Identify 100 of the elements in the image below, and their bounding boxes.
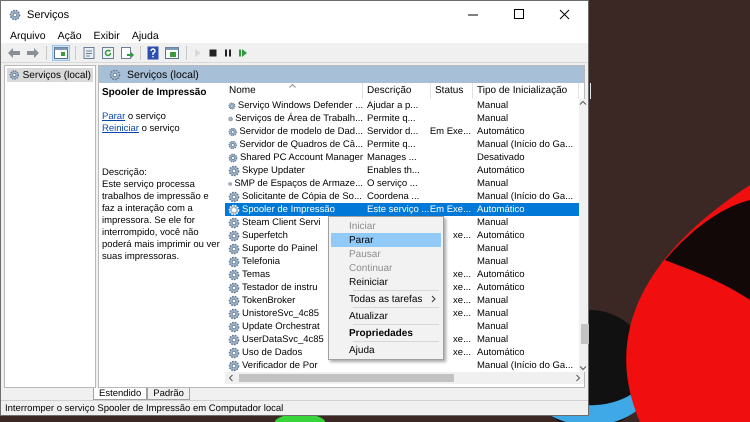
vertical-scrollbar[interactable] [579, 99, 587, 372]
action-text: o serviço [128, 111, 166, 122]
name-cell[interactable]: Shared PC Account Manager [225, 151, 363, 164]
menu-item[interactable]: Todas as tarefas [331, 292, 441, 306]
help-icon[interactable] [147, 46, 159, 60]
startup-cell: Manual [477, 321, 508, 332]
window-view-icon[interactable] [164, 46, 180, 60]
status-cell: xe... [453, 229, 471, 242]
scroll-right-icon[interactable] [575, 374, 581, 382]
startup-cell: Automático [477, 126, 525, 137]
service-title: Spooler de Impressão [102, 87, 208, 99]
status-cell: xe... [453, 281, 471, 294]
scroll-up-icon[interactable] [579, 99, 587, 107]
column-header[interactable]: Nome [225, 83, 363, 99]
startup-cell: Manual [477, 100, 508, 111]
status-cell: Em Exe... [430, 125, 471, 138]
status-text: Interromper o serviço Spooler de Impressão em Computador local [5, 402, 284, 414]
name-cell[interactable]: Serviços de Área de Trabalh... [225, 112, 363, 125]
name-cell[interactable]: Servidor de Quadros de Câ... [225, 138, 363, 151]
action-text: o serviço [142, 123, 180, 134]
startup-cell: Manual [477, 178, 508, 189]
tree-item[interactable]: Serviços (local) [7, 68, 93, 82]
app-gear-icon [9, 8, 21, 20]
service-gear-icon [228, 138, 238, 150]
status-cell: xe... [453, 333, 471, 346]
startup-cell: Automático [477, 165, 525, 176]
submenu-chevron-icon [431, 295, 436, 303]
service-gear-icon [228, 216, 240, 228]
service-gear-icon [228, 334, 240, 346]
stop-icon[interactable] [208, 46, 218, 58]
scroll-left-icon[interactable] [228, 374, 234, 382]
scrollbar-thumb[interactable] [239, 374, 454, 382]
name-cell[interactable]: Servidor de modelo de Dad... [225, 125, 363, 138]
properties-icon[interactable] [82, 46, 96, 60]
startup-cell: Manual (Início do Ga... [477, 360, 574, 371]
startup-cell: Manual [477, 243, 508, 254]
startup-cell: Manual [477, 217, 508, 228]
action-link[interactable]: Reiniciar [102, 123, 139, 134]
startup-cell: Manual [477, 256, 508, 267]
menu-item[interactable]: Atualizar [331, 309, 441, 323]
forward-arrow-icon[interactable] [26, 46, 40, 58]
menu-item[interactable]: Reiniciar [331, 275, 441, 289]
description-cell: Manages ... [367, 152, 417, 163]
service-gear-icon [228, 204, 240, 216]
description-cell: Servidor d... [367, 126, 418, 137]
startup-cell: Manual (Início do Ga... [477, 139, 574, 150]
menu-item[interactable]: Ação [52, 30, 87, 42]
service-gear-icon [228, 308, 240, 320]
refresh-icon[interactable] [101, 46, 115, 60]
service-gear-icon [228, 268, 240, 280]
status-cell: Em Exe... [430, 203, 471, 216]
name-cell[interactable]: Verificador de Por [225, 359, 363, 372]
description-label: Descrição: [102, 167, 148, 179]
horizontal-scrollbar[interactable] [225, 372, 584, 384]
column-header[interactable]: Tipo de Inicialização [473, 83, 579, 99]
menu-item[interactable]: Propriedades [331, 326, 441, 340]
startup-cell: Manual [477, 308, 508, 319]
sort-caret-icon [289, 84, 296, 88]
menu-item[interactable]: Arquivo [5, 30, 51, 42]
description-cell: O serviço ... [367, 178, 418, 189]
menu-item[interactable]: Ajuda [126, 30, 164, 42]
service-gear-icon [228, 346, 240, 358]
name-cell[interactable]: Solicitante de Cópia de So... [225, 190, 363, 203]
name-cell[interactable]: Skype Updater [225, 164, 363, 177]
startup-cell: Desativado [477, 152, 525, 163]
startup-cell: Manual (Início do Ga... [477, 191, 574, 202]
export-list-icon[interactable] [120, 46, 134, 60]
column-header[interactable]: Descrição [363, 83, 431, 99]
column-header[interactable]: Status [431, 83, 473, 99]
console-tree-icon[interactable] [53, 46, 69, 60]
view-tab[interactable]: Estendido [93, 388, 148, 400]
description-cell: Ajudar a p... [367, 100, 418, 111]
startup-cell: Automático [477, 347, 525, 358]
menu-item[interactable]: Exibir [88, 30, 125, 42]
service-gear-icon [109, 68, 121, 80]
name-cell[interactable]: Serviço Windows Defender ... [225, 99, 363, 112]
name-cell[interactable]: SMP de Espaços de Armaze... [225, 177, 363, 190]
scroll-down-icon[interactable] [579, 364, 587, 372]
menu-item[interactable]: Ajuda [331, 343, 441, 357]
scrollbar-thumb[interactable] [581, 324, 589, 344]
startup-cell: Automático [477, 230, 525, 241]
description-cell: Enables th... [367, 165, 420, 176]
description-cell: Este serviço ... [367, 204, 430, 215]
description-cell: Permite q... [367, 113, 416, 124]
back-arrow-icon[interactable] [7, 46, 21, 58]
view-tab[interactable]: Padrão [147, 388, 190, 400]
action-link[interactable]: Parar [102, 111, 126, 122]
service-gear-icon [9, 69, 20, 81]
service-gear-icon [228, 242, 240, 254]
pane-header: Serviços (local) [99, 66, 584, 83]
pause-icon[interactable] [223, 46, 233, 58]
startup-cell: Manual [477, 334, 508, 345]
description-cell: Permite q... [367, 139, 416, 150]
name-cell[interactable]: Spooler de Impressão [225, 203, 363, 216]
startup-cell: Automático [477, 282, 525, 293]
description-text: Este serviço processa trabalhos de impressão e faz a interação com a impressora. Se ele for interrompido, você não poderá mais imprimir ou ver suas impressoras. [102, 179, 221, 263]
service-gear-icon [228, 320, 240, 332]
service-gear-icon [228, 256, 240, 268]
restart-icon[interactable] [238, 46, 248, 58]
menu-item[interactable]: Parar [331, 233, 441, 247]
